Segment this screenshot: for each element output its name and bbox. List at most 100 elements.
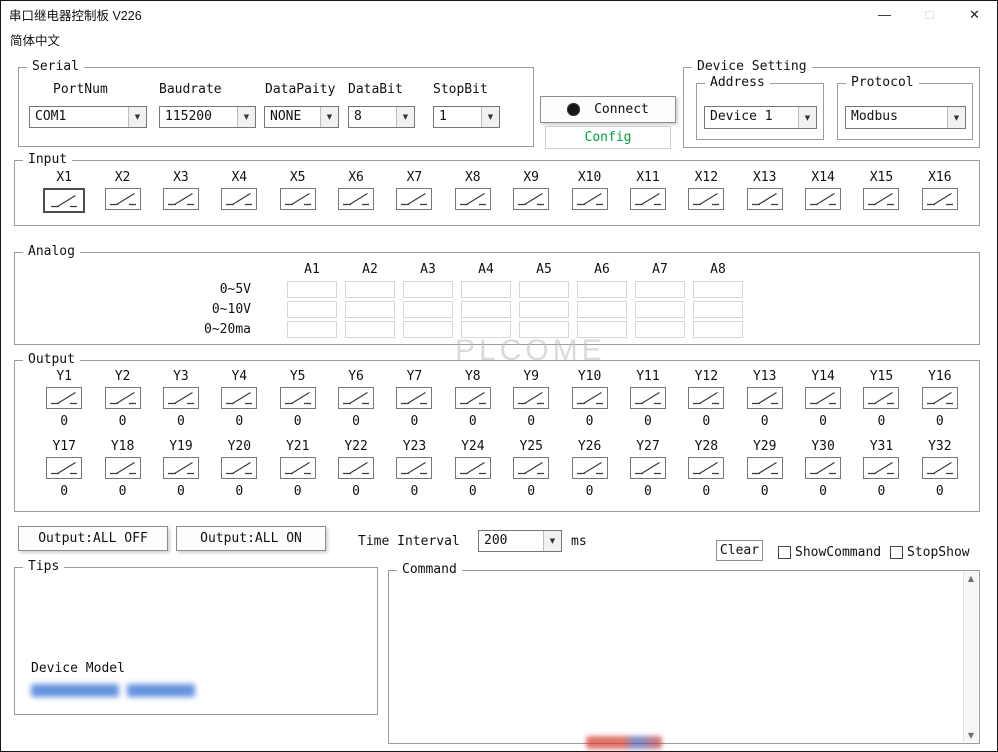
minimize-button[interactable]: — <box>862 1 907 28</box>
output-channel-switch-indicator[interactable] <box>105 387 141 409</box>
input-channel-switch-indicator[interactable] <box>630 188 666 210</box>
input-channel-switch-indicator[interactable] <box>688 188 724 210</box>
analog-value-cell[interactable] <box>577 321 627 338</box>
input-channel-switch-indicator[interactable] <box>805 188 841 210</box>
analog-value-cell[interactable] <box>519 321 569 338</box>
input-channel-switch-indicator[interactable] <box>922 188 958 210</box>
analog-value-cell[interactable] <box>461 321 511 338</box>
output-channel-switch-indicator[interactable] <box>805 457 841 479</box>
output-channel-switch-indicator[interactable] <box>396 457 432 479</box>
output-channel-switch-indicator[interactable] <box>863 387 899 409</box>
chevron-down-icon[interactable]: ▼ <box>128 107 146 127</box>
menu-item-language[interactable]: 简体中文 <box>1 30 69 49</box>
databit-select[interactable]: 8 ▼ <box>348 106 415 128</box>
analog-value-cell[interactable] <box>345 301 395 318</box>
output-channel-switch-indicator[interactable] <box>163 457 199 479</box>
output-channel-switch-indicator[interactable] <box>396 387 432 409</box>
output-channel-switch-indicator[interactable] <box>46 457 82 479</box>
output-channel-switch-indicator[interactable] <box>572 387 608 409</box>
show-command-checkbox[interactable] <box>778 546 791 559</box>
output-channel-switch-indicator[interactable] <box>455 387 491 409</box>
output-channel-switch-indicator[interactable] <box>221 387 257 409</box>
chevron-down-icon[interactable]: ▼ <box>320 107 338 127</box>
config-button[interactable]: Config <box>545 126 671 149</box>
analog-value-cell[interactable] <box>693 321 743 338</box>
chevron-down-icon[interactable]: ▼ <box>798 107 816 128</box>
output-channel-switch-indicator[interactable] <box>922 457 958 479</box>
chevron-down-icon[interactable]: ▼ <box>543 531 561 551</box>
input-channel-switch-indicator[interactable] <box>572 188 608 210</box>
output-channel-switch-indicator[interactable] <box>630 457 666 479</box>
stopbit-select[interactable]: 1 ▼ <box>433 106 500 128</box>
analog-value-cell[interactable] <box>461 281 511 298</box>
chevron-down-icon[interactable]: ▼ <box>396 107 414 127</box>
input-channel-switch-indicator[interactable] <box>513 188 549 210</box>
clear-button[interactable]: Clear <box>716 540 763 561</box>
analog-value-cell[interactable] <box>577 281 627 298</box>
input-channel-switch-indicator[interactable] <box>455 188 491 210</box>
scroll-up-icon[interactable]: ▲ <box>968 574 974 583</box>
input-channel-switch-indicator[interactable] <box>280 188 316 210</box>
analog-value-cell[interactable] <box>635 301 685 318</box>
command-scrollbar[interactable]: ▲ ▼ <box>963 572 978 742</box>
portnum-select[interactable]: COM1 ▼ <box>29 106 147 128</box>
analog-value-cell[interactable] <box>287 301 337 318</box>
output-channel-switch-indicator[interactable] <box>922 387 958 409</box>
input-channel-switch-indicator[interactable] <box>221 188 257 210</box>
input-channel-switch-indicator[interactable] <box>43 188 85 213</box>
output-channel-switch-indicator[interactable] <box>338 387 374 409</box>
analog-value-cell[interactable] <box>345 281 395 298</box>
input-channel-switch-indicator[interactable] <box>863 188 899 210</box>
title-bar[interactable]: 串口继电器控制板 V226 — □ ✕ <box>1 1 997 28</box>
output-all-on-button[interactable]: Output:ALL ON <box>176 526 326 551</box>
chevron-down-icon[interactable]: ▼ <box>481 107 499 127</box>
analog-value-cell[interactable] <box>693 281 743 298</box>
connect-button[interactable]: Connect <box>540 96 676 123</box>
analog-value-cell[interactable] <box>345 321 395 338</box>
output-channel-switch-indicator[interactable] <box>747 387 783 409</box>
output-channel-switch-indicator[interactable] <box>863 457 899 479</box>
maximize-button[interactable]: □ <box>907 1 952 28</box>
analog-value-cell[interactable] <box>461 301 511 318</box>
output-channel-switch-indicator[interactable] <box>513 457 549 479</box>
analog-value-cell[interactable] <box>635 321 685 338</box>
analog-value-cell[interactable] <box>519 281 569 298</box>
output-channel-switch-indicator[interactable] <box>630 387 666 409</box>
analog-value-cell[interactable] <box>403 281 453 298</box>
analog-value-cell[interactable] <box>693 301 743 318</box>
analog-value-cell[interactable] <box>287 321 337 338</box>
output-channel-switch-indicator[interactable] <box>513 387 549 409</box>
address-select[interactable]: Device 1 ▼ <box>704 106 817 129</box>
chevron-down-icon[interactable]: ▼ <box>237 107 255 127</box>
output-channel-switch-indicator[interactable] <box>455 457 491 479</box>
output-all-off-button[interactable]: Output:ALL OFF <box>18 526 168 551</box>
output-channel-switch-indicator[interactable] <box>105 457 141 479</box>
output-channel-switch-indicator[interactable] <box>46 387 82 409</box>
analog-value-cell[interactable] <box>403 321 453 338</box>
input-channel-switch-indicator[interactable] <box>338 188 374 210</box>
output-channel-switch-indicator[interactable] <box>747 457 783 479</box>
analog-value-cell[interactable] <box>287 281 337 298</box>
input-channel-switch-indicator[interactable] <box>396 188 432 210</box>
close-button[interactable]: ✕ <box>952 1 997 28</box>
baudrate-select[interactable]: 115200 ▼ <box>159 106 256 128</box>
input-channel-switch-indicator[interactable] <box>747 188 783 210</box>
scroll-down-icon[interactable]: ▼ <box>968 731 974 740</box>
input-channel-switch-indicator[interactable] <box>163 188 199 210</box>
output-channel-switch-indicator[interactable] <box>280 387 316 409</box>
protocol-select[interactable]: Modbus ▼ <box>845 106 966 129</box>
analog-value-cell[interactable] <box>577 301 627 318</box>
output-channel-switch-indicator[interactable] <box>688 387 724 409</box>
output-channel-switch-indicator[interactable] <box>221 457 257 479</box>
analog-value-cell[interactable] <box>519 301 569 318</box>
stop-show-checkbox[interactable] <box>890 546 903 559</box>
analog-value-cell[interactable] <box>635 281 685 298</box>
output-channel-switch-indicator[interactable] <box>338 457 374 479</box>
output-channel-switch-indicator[interactable] <box>163 387 199 409</box>
output-channel-switch-indicator[interactable] <box>280 457 316 479</box>
output-channel-switch-indicator[interactable] <box>688 457 724 479</box>
output-channel-switch-indicator[interactable] <box>572 457 608 479</box>
analog-value-cell[interactable] <box>403 301 453 318</box>
time-interval-select[interactable]: 200 ▼ <box>478 530 562 552</box>
output-channel-switch-indicator[interactable] <box>805 387 841 409</box>
